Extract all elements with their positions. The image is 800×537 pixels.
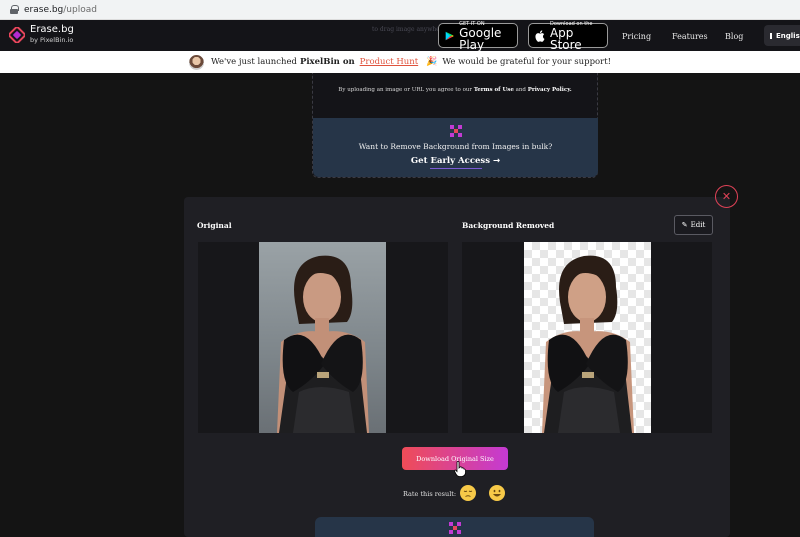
url-path: /upload [63,4,97,15]
party-popper-icon: 🎉 [426,57,438,67]
browser-url-bar[interactable]: erase.bg/upload [0,0,800,20]
google-play-button[interactable]: GET IT ON Google Play [438,21,518,52]
app-store-big: App Store [549,25,582,52]
background-removed-label: Background Removed [462,221,555,230]
brand-sub: by PixelBin.io [30,36,74,44]
erase-bg-logo-icon [9,26,25,43]
terms-and: and [515,87,526,93]
background-removed-image [524,242,651,433]
announcement-prefix: We've just launched [210,57,297,67]
privacy-policy-link[interactable]: Privacy Policy. [528,87,572,93]
url-text[interactable]: erase.bg/upload [24,5,97,15]
puzzle-icon [450,125,462,137]
product-hunt-link[interactable]: Product Hunt [360,57,418,67]
original-label: Original [197,221,232,230]
pencil-icon: ✎ [681,221,688,229]
edit-label: Edit [690,221,706,229]
announcement-bar: We've just launched PixelBin on Product … [0,51,800,73]
ghost-text-behind: to drag image anywhere [372,26,447,33]
happy-face-rating-icon[interactable] [489,485,505,501]
puzzle-icon-bottom [449,522,461,534]
nav-link-features[interactable]: Features [672,32,708,41]
arrow-right-icon: → [492,156,501,166]
cta-underline [430,168,482,169]
uk-flag-icon [770,32,772,39]
woman-figure-removed [542,255,634,433]
woman-figure-original [277,255,369,433]
terms-prefix: By uploading an image or URL you agree t… [338,87,473,93]
url-host: erase.bg [24,4,64,15]
nav-link-blog[interactable]: Blog [725,32,743,41]
brand-name: Erase.bg [30,24,74,35]
announcement-brand: PixelBin on [299,57,355,67]
get-early-access-link[interactable]: Get Early Access → [313,156,598,166]
edit-button[interactable]: ✎ Edit [674,215,713,235]
apple-icon [535,29,545,42]
google-play-big: Google Play [459,25,502,52]
lock-icon [10,5,19,14]
top-navbar: Erase.bg by PixelBin.io to drag image an… [0,20,800,51]
get-early-access-label: Get Early Access [410,156,490,166]
terms-of-use-link[interactable]: Terms of Use [474,87,514,93]
google-play-icon [445,31,454,40]
nav-link-pricing[interactable]: Pricing [622,32,651,41]
close-button[interactable]: ✕ [715,185,738,208]
bulk-question: Want to Remove Background from Images in… [358,142,553,151]
avatar [188,54,204,70]
terms-text: By uploading an image or URL you agree t… [313,87,597,93]
original-image [259,242,386,433]
language-selector[interactable]: English [764,25,800,46]
brand-logo[interactable]: Erase.bg by PixelBin.io [9,25,74,44]
language-label: English [776,31,800,40]
sad-face-icon [463,490,473,497]
hand-cursor-icon [454,461,466,477]
rate-label: Rate this result: [403,490,457,498]
app-store-button[interactable]: Download on the App Store [528,21,608,52]
sad-face-rating-icon[interactable] [460,485,476,501]
announcement-suffix: We would be grateful for your support! [442,57,612,67]
bottom-bulk-card [315,517,594,537]
upload-panel: By uploading an image or URL you agree t… [312,73,598,178]
happy-face-icon [493,489,501,497]
bulk-access-card: Want to Remove Background from Images in… [313,118,598,177]
